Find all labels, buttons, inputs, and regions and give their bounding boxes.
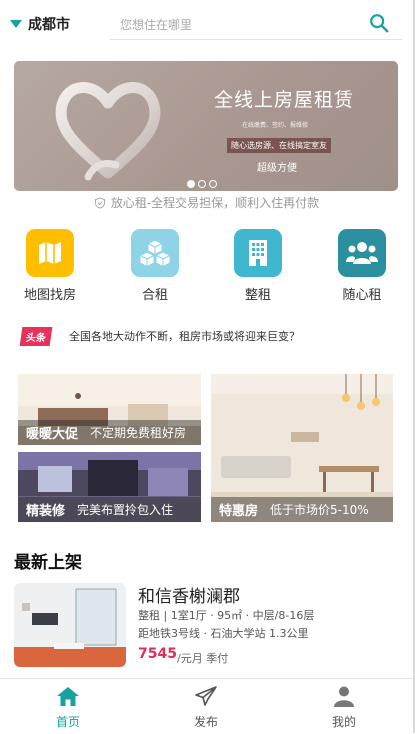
listing-name[interactable]: 和信香榭澜郡 xyxy=(138,582,240,607)
heart-sculpture-image xyxy=(55,82,161,181)
promo-desc: 不定期免费租好房 xyxy=(90,426,187,440)
banner-title: 全线上房屋租赁 xyxy=(214,89,355,111)
building-icon xyxy=(234,229,282,277)
news-tag: 头条 xyxy=(19,326,53,346)
category-grid: 地图找房 合租 整租 随心租 xyxy=(0,229,413,303)
nav-label: 首页 xyxy=(55,715,80,729)
listing-price: 7545 xyxy=(138,646,177,662)
promo-desc: 低于市场价5-10% xyxy=(270,503,369,517)
nav-publish[interactable]: 发布 xyxy=(166,685,246,730)
nav-label: 发布 xyxy=(193,715,218,729)
category-shared-rent[interactable]: 合租 xyxy=(115,229,195,303)
city-selector[interactable]: 成都市 xyxy=(10,14,70,34)
header: 成都市 您想住在哪里 xyxy=(0,0,413,48)
listing-spec: 整租 | 1室1厅 · 95㎡ · 中层/8-16层 xyxy=(138,609,315,622)
category-whole-rent[interactable]: 整租 xyxy=(218,229,298,303)
page: 成都市 您想住在哪里 全线上房屋租赁 在线缴费、签约、报维修 随心选房源、在线搞… xyxy=(0,0,415,734)
guarantee-note: 放心租-全程交易担保，顺利入住再付款 xyxy=(0,194,413,211)
category-label: 整租 xyxy=(244,288,271,303)
category-label: 随心租 xyxy=(342,288,382,303)
banner-subtitle: 超级方便 xyxy=(257,163,297,174)
home-icon xyxy=(57,687,79,706)
banner-small-text: 在线缴费、签约、报维修 xyxy=(242,122,309,129)
listing-card[interactable]: 和信香榭澜郡 整租 | 1室1厅 · 95㎡ · 中层/8-16层 距地铁3号线… xyxy=(14,583,404,669)
promo-tile-warm[interactable]: 暖暖大促 不定期免费租好房 xyxy=(18,374,201,445)
news-text[interactable]: 全国各地大动作不断，租房市场或将迎来巨变？ xyxy=(69,328,300,344)
nav-label: 我的 xyxy=(331,715,356,729)
carousel-dot[interactable] xyxy=(187,180,195,188)
guarantee-text: 放心租-全程交易担保，顺利入住再付款 xyxy=(110,196,320,210)
listing-thumbnail[interactable] xyxy=(14,583,126,667)
listing-location: 距地铁3号线 · 石油大学站 1.3公里 xyxy=(138,627,309,640)
user-icon xyxy=(334,686,354,707)
category-flexible-rent[interactable]: 随心租 xyxy=(322,229,402,303)
carousel-dots xyxy=(187,180,217,188)
caret-down-icon xyxy=(10,20,22,28)
section-title-latest: 最新上架 xyxy=(14,553,82,573)
listing-price-unit: /元月 季付 xyxy=(177,652,229,665)
search-icon[interactable] xyxy=(368,12,390,34)
carousel-dot[interactable] xyxy=(198,180,206,188)
promo-banner[interactable]: 全线上房屋租赁 在线缴费、签约、报维修 随心选房源、在线搞定室友 超级方便 xyxy=(14,61,398,191)
category-label: 合租 xyxy=(141,288,168,303)
search-input[interactable]: 您想住在哪里 xyxy=(120,16,192,33)
shield-icon xyxy=(94,196,105,209)
search-box[interactable]: 您想住在哪里 xyxy=(110,8,402,40)
group-icon xyxy=(338,229,386,277)
promo-desc: 完美布置拎包入住 xyxy=(77,503,174,517)
promo-tile-decorated[interactable]: 精装修 完美布置拎包入住 xyxy=(18,452,201,522)
carousel-dot[interactable] xyxy=(209,180,217,188)
cubes-icon xyxy=(131,229,179,277)
promo-title: 暖暖大促 xyxy=(26,427,79,442)
city-label: 成都市 xyxy=(28,17,70,33)
paper-plane-icon xyxy=(195,686,217,706)
map-icon xyxy=(26,229,74,277)
promo-title: 精装修 xyxy=(26,504,66,519)
headline-news[interactable]: 头条 全国各地大动作不断，租房市场或将迎来巨变？ xyxy=(19,326,401,346)
promo-tile-discount[interactable]: 特惠房 低于市场价5-10% xyxy=(211,374,393,522)
nav-profile[interactable]: 我的 xyxy=(304,685,384,730)
bottom-nav: 首页 发布 我的 xyxy=(0,678,413,734)
category-map-search[interactable]: 地图找房 xyxy=(10,229,90,303)
banner-tag: 随心选房源、在线搞定室友 xyxy=(227,138,331,153)
category-label: 地图找房 xyxy=(23,288,76,303)
promo-title: 特惠房 xyxy=(219,504,259,519)
nav-home[interactable]: 首页 xyxy=(28,685,108,730)
